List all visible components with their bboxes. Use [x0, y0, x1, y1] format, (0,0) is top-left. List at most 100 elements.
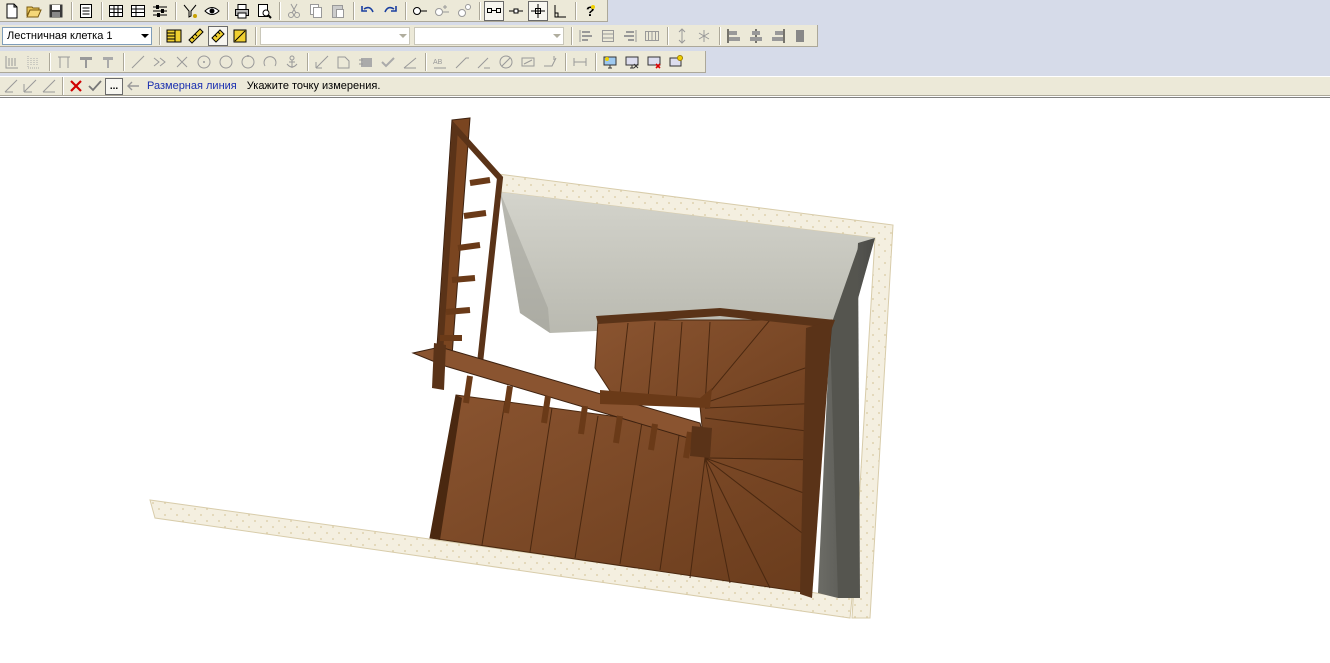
stair-measure-button[interactable] — [208, 25, 228, 46]
redo-button[interactable] — [380, 1, 400, 21]
snap-line-button[interactable] — [484, 0, 504, 21]
stair-combo[interactable]: Лестничная клетка 1 — [2, 26, 152, 45]
table-button[interactable] — [106, 1, 126, 21]
cross-button[interactable] — [172, 52, 192, 72]
arc-button[interactable] — [260, 52, 280, 72]
monitor-light-icon — [669, 54, 683, 66]
table-edit-button[interactable] — [128, 1, 148, 21]
copy-button[interactable] — [306, 1, 326, 21]
asterisk-button[interactable] — [694, 26, 714, 46]
stair-straight-icon — [166, 29, 182, 42]
properties-button[interactable] — [76, 1, 96, 21]
align-right-button[interactable] — [620, 26, 640, 46]
align-center-button[interactable] — [598, 26, 618, 46]
hatch-button[interactable] — [356, 52, 376, 72]
stair-edit-button[interactable] — [230, 26, 250, 46]
separator — [175, 1, 177, 20]
double-arrow-button[interactable] — [150, 52, 170, 72]
stair-ruler-button[interactable] — [186, 26, 206, 46]
vertical-space-button[interactable] — [672, 26, 692, 46]
open-button[interactable] — [24, 1, 44, 21]
no-symbol-button[interactable] — [496, 52, 516, 72]
new-file-button[interactable] — [2, 1, 22, 21]
view-3d-button[interactable] — [600, 52, 620, 72]
grid-icon — [5, 55, 18, 68]
view-print-button[interactable] — [622, 52, 642, 72]
align-left-button[interactable] — [576, 26, 596, 46]
dimension-icon — [315, 55, 329, 68]
align-edge-right-button[interactable] — [768, 26, 788, 46]
separator — [565, 52, 567, 71]
separator — [307, 52, 309, 71]
frame-button[interactable] — [518, 52, 538, 72]
paste-icon — [332, 4, 344, 18]
cmd-dim2-button[interactable] — [21, 78, 39, 95]
cut-button[interactable] — [284, 1, 304, 21]
circle-center-icon — [197, 55, 211, 68]
snap-cross-button[interactable] — [528, 0, 548, 21]
snap-point-button[interactable] — [506, 1, 526, 21]
filter-button[interactable] — [180, 1, 200, 21]
layer-combo[interactable] — [260, 26, 410, 45]
align-edge-right-icon — [772, 28, 785, 43]
view-button[interactable] — [202, 1, 222, 21]
align-edge-left-button[interactable] — [724, 26, 744, 46]
column-button[interactable] — [54, 52, 74, 72]
beam-button[interactable] — [76, 52, 96, 72]
distribute-button[interactable] — [642, 26, 662, 46]
separator — [227, 1, 229, 20]
anchor-button[interactable] — [282, 52, 302, 72]
line-button[interactable] — [128, 52, 148, 72]
node-tree-button[interactable] — [454, 1, 474, 21]
confirm-button[interactable] — [86, 78, 104, 95]
cut-icon — [288, 3, 300, 18]
leader-angle-button[interactable] — [474, 52, 494, 72]
dimension-button[interactable] — [312, 52, 332, 72]
align-edge-left-icon — [727, 28, 740, 43]
text-label-button[interactable]: AB — [430, 52, 450, 72]
style-combo[interactable] — [414, 26, 564, 45]
node-add-icon — [435, 4, 449, 16]
command-prompt: Укажите точку измерения. — [246, 80, 381, 92]
horizontal-dim-button[interactable] — [570, 52, 590, 72]
cmd-dim1-button[interactable] — [2, 78, 20, 95]
print-button[interactable] — [232, 1, 252, 21]
post-button[interactable] — [98, 52, 118, 72]
help-button[interactable]: ? — [580, 1, 600, 21]
undo-button[interactable] — [358, 1, 378, 21]
print-preview-icon — [258, 3, 272, 19]
angle-dim-button[interactable] — [400, 52, 420, 72]
leader-angle-icon — [477, 57, 490, 68]
settings-sliders-icon — [153, 4, 167, 17]
save-button[interactable] — [46, 1, 66, 21]
angle-button[interactable] — [550, 1, 570, 21]
leader-button[interactable] — [452, 52, 472, 72]
cancel-button[interactable] — [67, 78, 85, 95]
text-label-icon: AB — [433, 59, 446, 68]
more-options-button[interactable]: ... — [105, 77, 123, 95]
arrow-dim-button[interactable] — [540, 52, 560, 72]
paste-button[interactable] — [328, 1, 348, 21]
chevron-down-icon — [553, 33, 561, 38]
draw-grid-button[interactable] — [2, 52, 22, 72]
check-dim-button[interactable] — [378, 52, 398, 72]
draw-grid2-button[interactable] — [24, 52, 44, 72]
cmd-dim3-button[interactable] — [40, 78, 58, 95]
circle-center-button[interactable] — [194, 52, 214, 72]
circle-3pt-button[interactable] — [238, 52, 258, 72]
settings-button[interactable] — [150, 1, 170, 21]
view-close-button[interactable] — [644, 52, 664, 72]
viewport-3d[interactable] — [0, 97, 1330, 663]
view-light-button[interactable] — [666, 52, 686, 72]
align-edge-center-button[interactable] — [746, 26, 766, 46]
node-add-button[interactable] — [432, 1, 452, 21]
circle-button[interactable] — [216, 52, 236, 72]
node-button[interactable] — [410, 1, 430, 21]
dimension-edit-button[interactable] — [334, 52, 354, 72]
fill-block-button[interactable] — [790, 26, 810, 46]
stair-straight-button[interactable] — [164, 26, 184, 46]
back-button[interactable] — [124, 78, 142, 95]
print-preview-button[interactable] — [254, 1, 274, 21]
command-bar: ... Размерная линия Укажите точку измере… — [0, 77, 1330, 96]
table-icon — [109, 4, 123, 17]
